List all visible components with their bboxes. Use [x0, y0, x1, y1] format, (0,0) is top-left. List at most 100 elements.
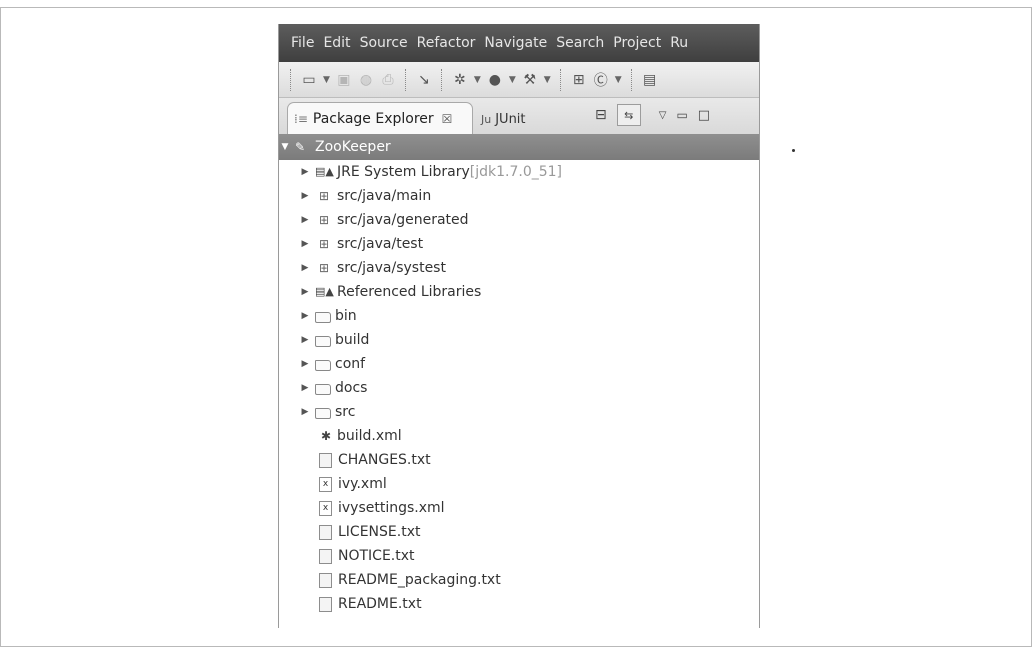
menu-source[interactable]: Source [360, 35, 408, 51]
tree-item[interactable]: CHANGES.txt [279, 448, 759, 472]
skip-breakpoints-icon[interactable]: ↘ [416, 72, 432, 88]
run-dropdown-icon[interactable]: ▼ [509, 75, 516, 85]
tree-item[interactable]: ▶ ⊞ src/java/generated [279, 208, 759, 232]
folder-icon [315, 407, 331, 419]
tree-project-zookeeper[interactable]: ▼ ✎ ZooKeeper [279, 134, 759, 160]
toolbar-separator [559, 68, 562, 91]
tree-item-label: ivy.xml [338, 476, 387, 492]
package-explorer-icon: ⁞≡ [294, 111, 308, 126]
debug-icon[interactable]: ✲ [452, 72, 468, 88]
tree-item[interactable]: ▶ build [279, 328, 759, 352]
xml-file-icon: x [319, 476, 332, 492]
new-dropdown-icon[interactable]: ▼ [323, 75, 330, 85]
tree-item[interactable]: ▶ ⊞ src/java/systest [279, 256, 759, 280]
save-all-icon[interactable]: ◍ [358, 72, 374, 88]
save-icon[interactable]: ▣ [336, 72, 352, 88]
tab-package-explorer-label: Package Explorer [312, 110, 434, 127]
expand-arrow-icon[interactable]: ▼ [279, 142, 291, 152]
text-file-icon [319, 572, 332, 588]
tree-item[interactable]: README.txt [279, 592, 759, 616]
maximize-icon[interactable]: □ [698, 108, 710, 123]
expand-arrow-icon[interactable]: ▶ [299, 383, 311, 393]
stray-dot [792, 149, 795, 152]
tree-item[interactable]: x ivysettings.xml [279, 496, 759, 520]
tab-junit[interactable]: Ju JUnit [481, 107, 526, 131]
expand-arrow-icon[interactable]: ▶ [299, 335, 311, 345]
text-file-icon [319, 548, 332, 564]
external-tools-dropdown-icon[interactable]: ▼ [544, 75, 551, 85]
collapse-all-icon[interactable]: ⊟ [595, 107, 607, 123]
minimize-icon[interactable]: ▭ [676, 108, 687, 122]
tree-item[interactable]: x ivy.xml [279, 472, 759, 496]
view-menu-icon[interactable]: ▽ [659, 110, 667, 121]
menu-navigate[interactable]: Navigate [484, 35, 547, 51]
menu-bar: File Edit Source Refactor Navigate Searc… [279, 24, 759, 62]
new-icon[interactable]: ▭ [301, 72, 317, 88]
tree-item-label: bin [335, 308, 357, 324]
close-icon[interactable]: ☒ [442, 112, 453, 126]
tree-item[interactable]: ✱ build.xml [279, 424, 759, 448]
tree-item[interactable]: NOTICE.txt [279, 544, 759, 568]
library-icon: ▤▲ [315, 165, 334, 178]
tree-item[interactable]: ▶ src [279, 400, 759, 424]
external-tools-icon[interactable]: ⚒ [522, 72, 538, 88]
tree-item[interactable]: ▶ docs [279, 376, 759, 400]
view-tab-row: ⁞≡ Package Explorer ☒ Ju JUnit ⊟ ⇆ ▽ ▭ □ [279, 98, 759, 135]
tree-item-label: build.xml [337, 428, 402, 444]
expand-arrow-icon[interactable]: ▶ [299, 263, 311, 273]
expand-arrow-icon[interactable]: ▶ [299, 359, 311, 369]
tree-item[interactable]: ▶ ⊞ src/java/main [279, 184, 759, 208]
tree-item[interactable]: README_packaging.txt [279, 568, 759, 592]
package-tree: ▼ ✎ ZooKeeper ▶ ▤▲ JRE System Library [j… [279, 134, 759, 628]
tree-item[interactable]: ▶ ⊞ src/java/test [279, 232, 759, 256]
open-type-icon[interactable]: ▤ [642, 72, 658, 88]
tab-package-explorer[interactable]: ⁞≡ Package Explorer ☒ [287, 102, 473, 134]
tree-item[interactable]: ▶ conf [279, 352, 759, 376]
tree-item-label: conf [335, 356, 366, 372]
tree-item[interactable]: ▶ bin [279, 304, 759, 328]
tree-item[interactable]: ▶ ▤▲ JRE System Library [jdk1.7.0_51] [279, 160, 759, 184]
new-class-icon[interactable]: Ⓒ [593, 70, 609, 90]
tree-item-label: JRE System Library [337, 164, 470, 180]
expand-arrow-icon[interactable]: ▶ [299, 167, 311, 177]
library-icon: ▤▲ [315, 285, 334, 298]
tree-item-label: README.txt [338, 596, 422, 612]
folder-icon [315, 383, 331, 395]
tree-item[interactable]: LICENSE.txt [279, 520, 759, 544]
expand-arrow-icon[interactable]: ▶ [299, 191, 311, 201]
tree-item-label: NOTICE.txt [338, 548, 415, 564]
debug-dropdown-icon[interactable]: ▼ [474, 75, 481, 85]
tree-item-label: src/java/generated [337, 212, 469, 228]
text-file-icon [319, 452, 332, 468]
expand-arrow-icon[interactable]: ▶ [299, 287, 311, 297]
toolbar-separator [630, 68, 633, 91]
folder-icon [315, 311, 331, 323]
project-label: ZooKeeper [315, 139, 391, 155]
print-icon[interactable]: ⎙ [380, 72, 396, 88]
expand-arrow-icon[interactable]: ▶ [299, 407, 311, 417]
ant-file-icon: ✱ [320, 429, 332, 443]
tree-item-suffix: [jdk1.7.0_51] [469, 164, 563, 180]
source-folder-icon: ⊞ [318, 261, 330, 275]
menu-search[interactable]: Search [556, 35, 604, 51]
new-class-dropdown-icon[interactable]: ▼ [615, 75, 622, 85]
tree-item-label: ivysettings.xml [338, 500, 445, 516]
menu-file[interactable]: File [291, 35, 314, 51]
expand-arrow-icon[interactable]: ▶ [299, 239, 311, 249]
tree-item-label: src/java/test [337, 236, 424, 252]
expand-arrow-icon[interactable]: ▶ [299, 215, 311, 225]
menu-edit[interactable]: Edit [323, 35, 350, 51]
tree-item-label: src/java/systest [337, 260, 446, 276]
menu-run[interactable]: Ru [670, 35, 688, 51]
folder-icon [315, 335, 331, 347]
menu-project[interactable]: Project [613, 35, 661, 51]
new-package-icon[interactable]: ⊞ [571, 72, 587, 88]
tree-item[interactable]: ▶ ▤▲ Referenced Libraries [279, 280, 759, 304]
menu-refactor[interactable]: Refactor [417, 35, 476, 51]
tree-item-label: LICENSE.txt [338, 524, 421, 540]
text-file-icon [319, 596, 332, 612]
expand-arrow-icon[interactable]: ▶ [299, 311, 311, 321]
run-icon[interactable]: ● [487, 72, 503, 88]
link-with-editor-icon[interactable]: ⇆ [616, 104, 641, 126]
tree-item-label: docs [335, 380, 368, 396]
